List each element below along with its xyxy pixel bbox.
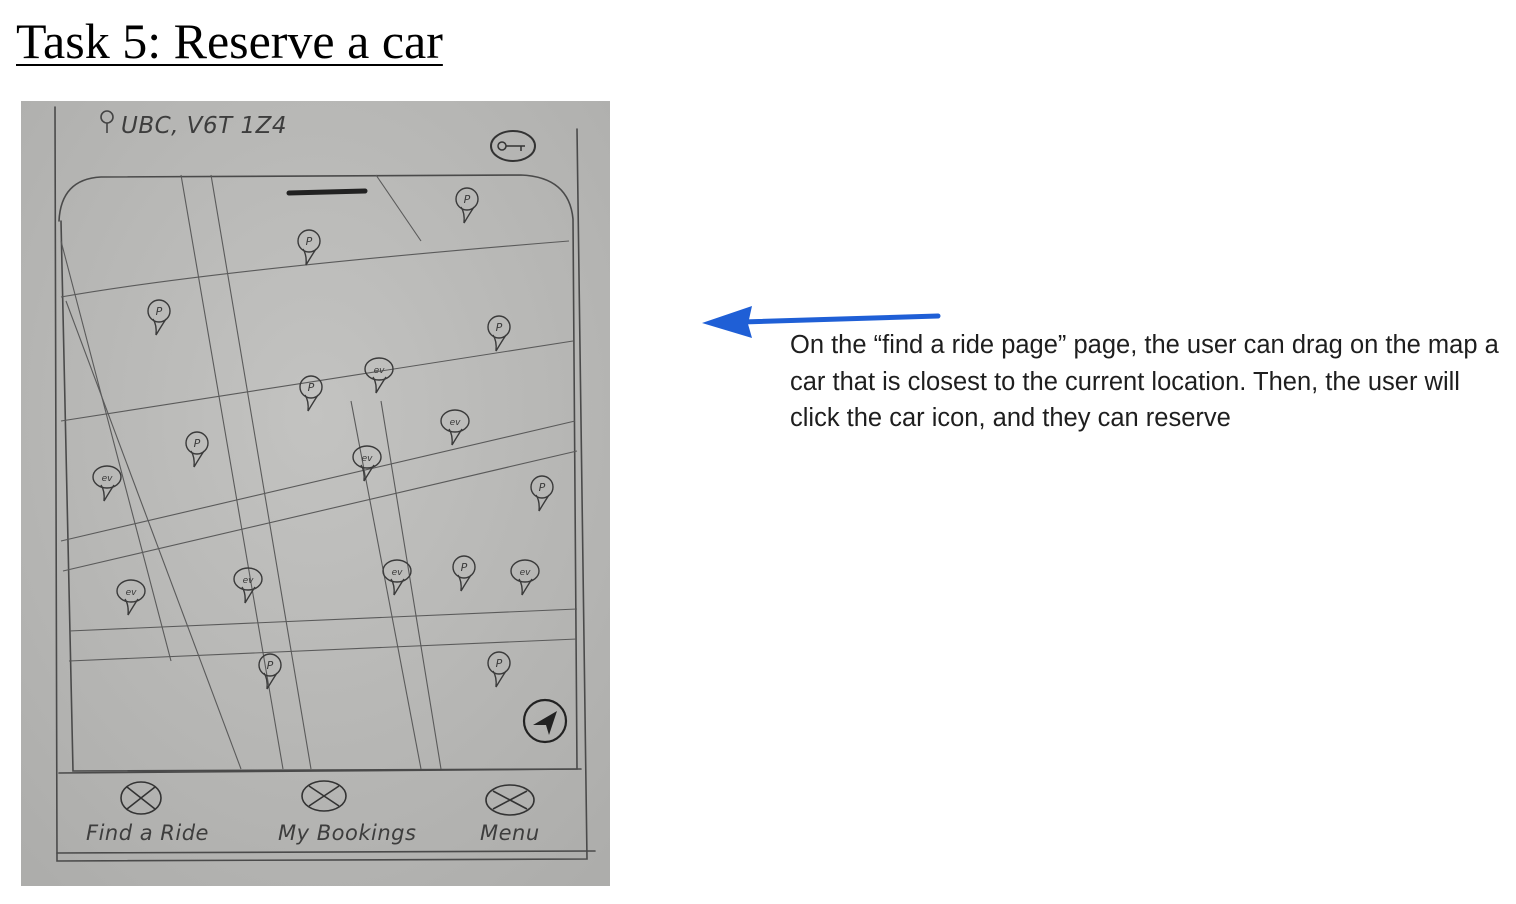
- svg-text:ev: ev: [102, 474, 114, 484]
- current-location-label[interactable]: UBC, V6T 1Z4: [121, 113, 287, 139]
- svg-text:P: P: [308, 381, 315, 394]
- svg-text:P: P: [267, 659, 274, 672]
- task-description: On the “find a ride page” page, the user…: [790, 331, 1499, 432]
- svg-text:ev: ev: [392, 568, 404, 578]
- svg-text:ev: ev: [243, 576, 255, 586]
- svg-text:ev: ev: [374, 366, 386, 376]
- nav-label-my-bookings[interactable]: My Bookings: [278, 821, 416, 845]
- page-title: Task 5: Reserve a car: [16, 13, 443, 69]
- wireframe-sketch-photo: P P P P P P P P P Pev ev ev ev ev ev ev ev UBC, V6T 1Z4 …: [21, 101, 610, 886]
- svg-text:ev: ev: [126, 588, 138, 598]
- nav-label-find-a-ride[interactable]: Find a Ride: [86, 821, 209, 845]
- svg-text:P: P: [194, 437, 201, 450]
- svg-text:P: P: [464, 193, 471, 206]
- svg-text:P: P: [539, 481, 546, 494]
- svg-text:P: P: [306, 235, 313, 248]
- svg-text:ev: ev: [362, 454, 374, 464]
- sketch-drawing: P P P P P P P P P Pev ev ev ev ev ev ev ev: [21, 101, 610, 886]
- svg-text:ev: ev: [450, 418, 462, 428]
- svg-text:P: P: [156, 305, 163, 318]
- svg-text:P: P: [496, 657, 503, 670]
- svg-text:P: P: [496, 321, 503, 334]
- svg-text:P: P: [461, 561, 468, 574]
- svg-text:ev: ev: [520, 568, 532, 578]
- nav-label-menu[interactable]: Menu: [480, 821, 540, 845]
